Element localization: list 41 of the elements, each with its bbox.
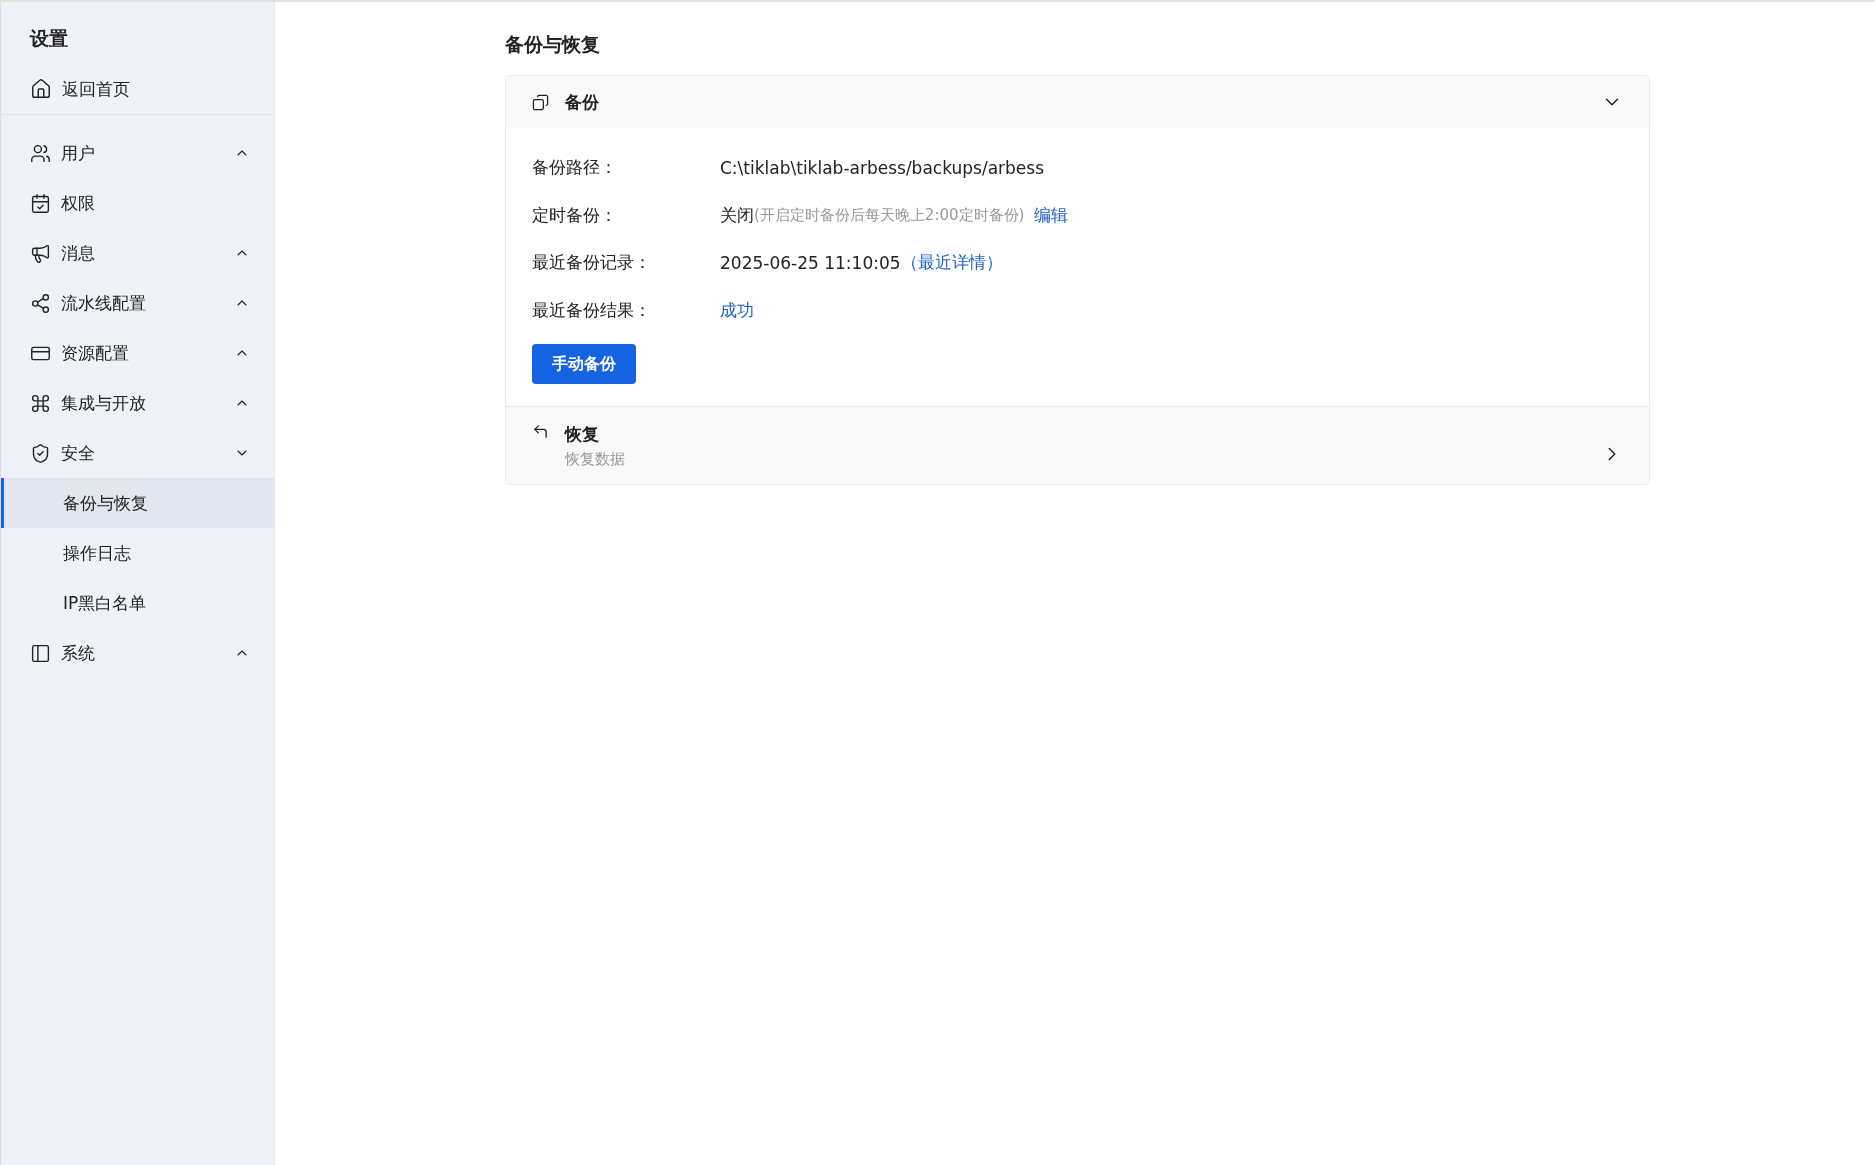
field-value: 2025-06-25 11:10:05	[720, 252, 901, 273]
field-link[interactable]: （最近详情）	[900, 251, 1003, 275]
sidebar-item[interactable]: 消息	[1, 228, 274, 278]
sidebar-subitem[interactable]: 备份与恢复	[1, 478, 274, 528]
field-link[interactable]: 编辑	[1034, 203, 1069, 227]
copy-icon	[532, 93, 549, 111]
sidebar-title: 设置	[28, 26, 69, 51]
field-label: 最近备份记录：	[532, 251, 652, 275]
panel-icon	[30, 642, 51, 664]
calendar-check-icon	[30, 192, 51, 214]
sidebar-item[interactable]: 流水线配置	[1, 278, 274, 328]
field-label: 最近备份结果：	[532, 298, 652, 322]
command-icon	[30, 392, 51, 414]
field-value: 关闭	[720, 203, 754, 227]
return-arrow-icon	[532, 423, 549, 440]
field-link[interactable]: 成功	[720, 298, 754, 322]
megaphone-icon	[30, 242, 51, 264]
sidebar-item[interactable]: 安全	[1, 428, 274, 478]
home-link[interactable]: 返回首页	[1, 64, 274, 115]
panel-subtitle: 恢复数据	[565, 450, 626, 469]
sidebar-item[interactable]: 权限	[1, 178, 274, 228]
panel-header[interactable]: 备份	[506, 76, 1649, 128]
field-note: (开启定时备份后每天晚上2:00定时备份)	[754, 205, 1025, 225]
sidebar-subitem[interactable]: 操作日志	[1, 528, 274, 578]
page-title: 备份与恢复	[505, 32, 601, 57]
sidebar-item[interactable]: 用户	[1, 128, 274, 178]
sidebar-item[interactable]: 集成与开放	[1, 378, 274, 428]
field-value: C:\tiklab\tiklab-arbess/backups/arbess	[720, 157, 1044, 178]
home-icon	[30, 78, 52, 100]
users-icon	[30, 142, 51, 164]
field-label: 定时备份：	[532, 203, 618, 227]
field-label: 备份路径：	[532, 156, 618, 180]
shield-check-icon	[30, 442, 51, 464]
sidebar-item[interactable]: 系统	[1, 628, 274, 678]
panel-title: 备份	[565, 90, 600, 114]
sidebar-item[interactable]: 资源配置	[1, 328, 274, 378]
manual-backup-button[interactable]: 手动备份	[532, 344, 636, 384]
panel-title: 恢复	[565, 423, 600, 446]
share-icon	[30, 292, 51, 314]
sidebar-subitem[interactable]: IP黑白名单	[1, 578, 274, 628]
panel-header[interactable]: 恢复 恢复数据	[506, 406, 1649, 484]
